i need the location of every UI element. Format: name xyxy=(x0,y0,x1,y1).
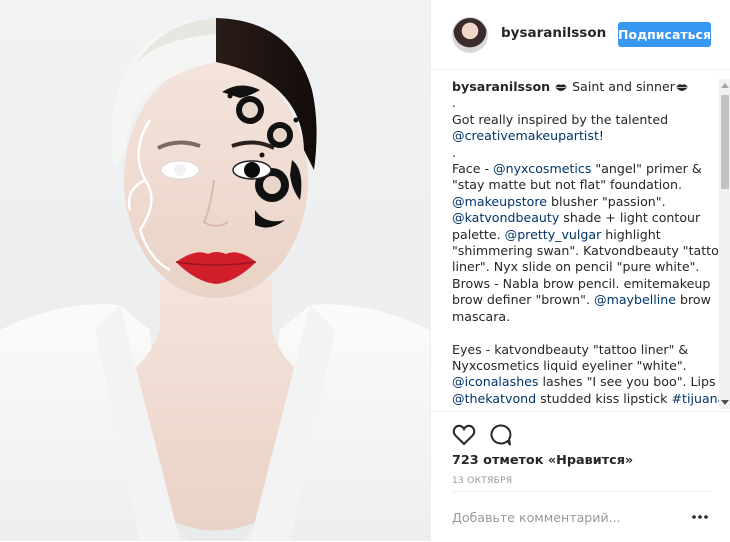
caption-line: . xyxy=(452,95,457,111)
caption-body: . Got really inspired by the talented @cre… xyxy=(452,95,730,407)
caption-line: Brows - Nabla brow pencil. emitemakeup xyxy=(452,275,711,291)
mention-link[interactable]: @makeupstore xyxy=(452,194,547,209)
caption-line: liner". Nyx slide on pencil "pure white"… xyxy=(452,259,700,275)
caption-line: "shimmering swan". Katvondbeauty "tattoo xyxy=(452,243,727,259)
caption-line: palette. @pretty_vulgar highlight xyxy=(452,226,661,242)
avatar[interactable] xyxy=(452,17,488,53)
caption-first-line: bysaranilsson Saint and sinner xyxy=(452,79,707,95)
heart-icon[interactable] xyxy=(451,422,477,448)
hashtag-link[interactable]: #tijuana xyxy=(671,391,725,406)
lips-emoji-icon xyxy=(675,84,689,91)
caption-line: mascara. xyxy=(452,308,511,324)
caption-scrollbar[interactable] xyxy=(719,79,730,409)
more-options-icon[interactable] xyxy=(690,510,710,524)
caption-line: brow definer "brown". @maybelline brow xyxy=(452,292,711,308)
caption-line: Face - @nyxcosmetics "angel" primer & xyxy=(452,161,702,177)
post-photo[interactable] xyxy=(0,0,430,541)
caption-username[interactable]: bysaranilsson xyxy=(452,79,550,94)
caption-title: Saint and sinner xyxy=(568,79,675,94)
mention-link[interactable]: @pretty_vulgar xyxy=(505,227,602,242)
caption-line: Nyxcosmetics liquid eyeliner "white". xyxy=(452,357,687,373)
caption: bysaranilsson Saint and sinner . Got real… xyxy=(452,79,730,407)
mention-link[interactable]: @iconalashes xyxy=(452,374,539,389)
mention-link[interactable]: @nyxcosmetics xyxy=(493,161,591,176)
caption-line: @iconalashes lashes "I see you boo". Lip… xyxy=(452,374,725,390)
caption-line: @katvondbeauty shade + light contour xyxy=(452,210,701,226)
post-actions: 723 отметок «Нравится» 13 ОКТЯБРЯ xyxy=(431,411,730,486)
mention-link[interactable]: @katvondbeauty xyxy=(452,210,559,225)
caption-scroll-area[interactable]: bysaranilsson Saint and sinner . Got real… xyxy=(431,71,730,411)
instagram-post: bysaranilsson Подписаться bysaranilsson … xyxy=(0,0,730,541)
caption-line: "stay matte but not flat" foundation. xyxy=(452,177,682,193)
scroll-down-arrow-icon[interactable] xyxy=(721,400,729,405)
follow-button[interactable]: Подписаться xyxy=(618,22,711,47)
caption-line: @creativemakeupartist! xyxy=(452,128,707,144)
caption-line: Eyes - katvondbeauty "tattoo liner" & xyxy=(452,341,689,357)
caption-line: @thekatvond studded kiss lipstick #tijua… xyxy=(452,390,730,406)
post-sidebar: bysaranilsson Подписаться bysaranilsson … xyxy=(430,0,730,541)
comment-bar xyxy=(452,491,710,542)
caption-line: Got really inspired by the talented xyxy=(452,111,669,127)
mention-link[interactable]: @maybelline xyxy=(594,292,676,307)
portrait-illustration xyxy=(0,18,430,541)
post-date[interactable]: 13 ОКТЯБРЯ xyxy=(452,476,512,486)
mention-link[interactable]: @creativemakeupartist! xyxy=(452,128,604,143)
caption-line: . xyxy=(452,144,457,160)
scroll-up-arrow-icon[interactable] xyxy=(721,83,729,88)
header-username[interactable]: bysaranilsson xyxy=(501,25,606,41)
likes-count[interactable]: 723 отметок «Нравится» xyxy=(452,453,633,468)
comment-icon[interactable] xyxy=(487,422,513,448)
comment-input[interactable] xyxy=(452,506,682,528)
caption-line xyxy=(452,325,707,341)
scroll-thumb[interactable] xyxy=(721,95,729,189)
mention-link[interactable]: @thekatvond xyxy=(452,391,536,406)
post-header: bysaranilsson Подписаться xyxy=(431,0,730,70)
lips-emoji-icon xyxy=(555,84,568,91)
caption-line: @makeupstore blusher "passion". xyxy=(452,193,666,209)
